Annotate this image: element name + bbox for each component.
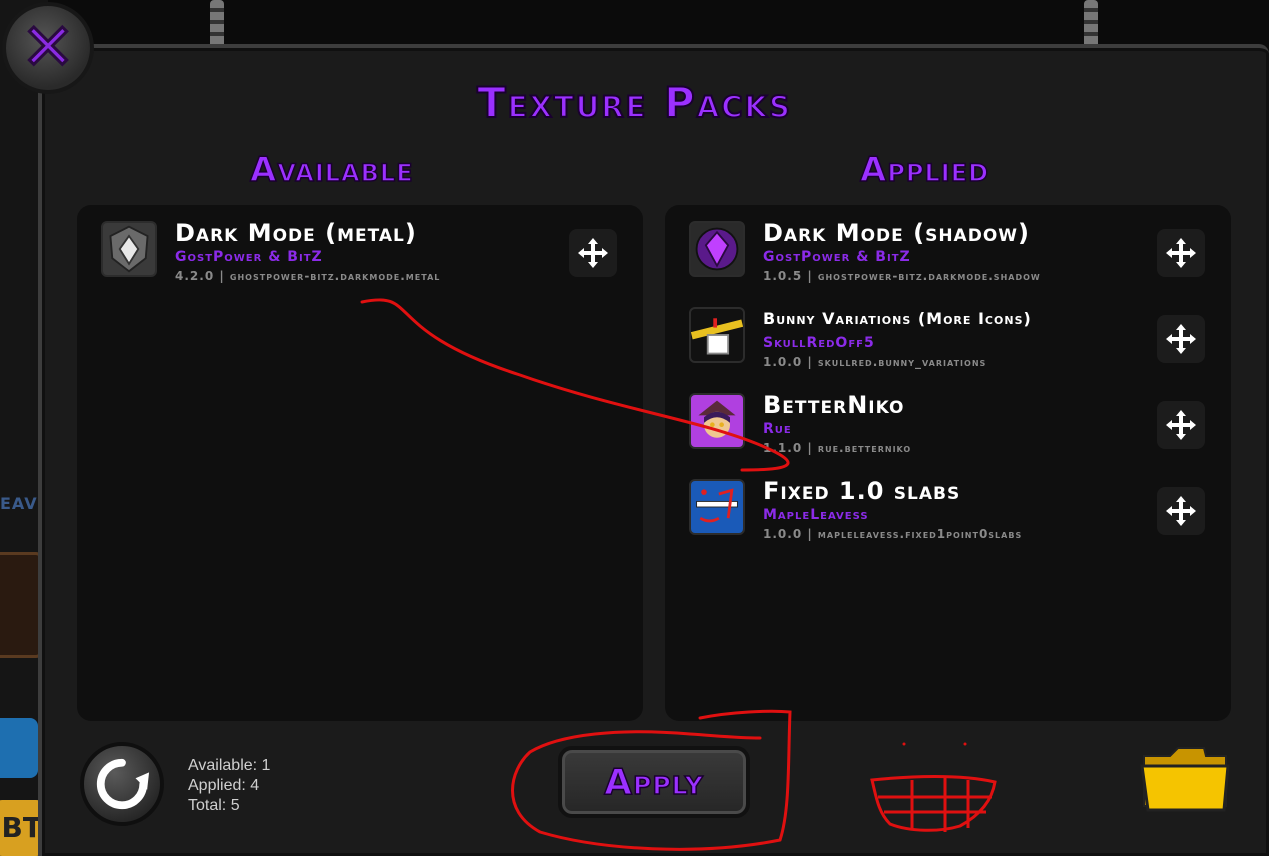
move-button[interactable] <box>569 229 617 277</box>
list-item[interactable]: Dark Mode (shadow) GostPower & BitZ 1.0.… <box>665 211 1231 291</box>
background-text: EAV <box>0 494 38 513</box>
move-icon <box>1166 238 1196 268</box>
stat-applied: Applied: 4 <box>188 777 260 794</box>
move-icon <box>578 238 608 268</box>
niko-icon <box>689 393 745 449</box>
pack-name: Dark Mode (shadow) <box>763 219 1030 247</box>
purple-gem-icon <box>689 221 745 277</box>
open-folder-button[interactable] <box>1140 744 1232 814</box>
pack-meta: 1.0.0 | mapleleavess.fixed1point0slabs <box>763 527 1023 541</box>
list-item[interactable]: Dark Mode (metal) GostPower & BitZ 4.2.0… <box>77 211 643 291</box>
bunny-icon <box>689 307 745 363</box>
apply-button[interactable]: Apply <box>558 746 750 818</box>
move-button[interactable] <box>1157 401 1205 449</box>
pack-author: MapleLeavess <box>763 507 869 523</box>
stat-total: Total: 5 <box>188 797 240 814</box>
reload-button[interactable] <box>80 742 164 826</box>
refresh-icon <box>96 758 150 810</box>
pack-meta: 1.1.0 | rue.betterniko <box>763 441 912 455</box>
background-card <box>0 552 42 658</box>
available-list: Dark Mode (metal) GostPower & BitZ 4.2.0… <box>77 205 643 721</box>
stat-available: Available: 1 <box>188 757 271 774</box>
pack-name: Bunny Variations (More Icons) <box>763 309 1032 328</box>
pack-name: Fixed 1.0 slabs <box>763 477 961 505</box>
list-item[interactable]: Bunny Variations (More Icons) SkullRedOf… <box>665 297 1231 377</box>
move-button[interactable] <box>1157 315 1205 363</box>
list-item[interactable]: BetterNiko Rue 1.1.0 | rue.betterniko <box>665 383 1231 463</box>
pack-author: SkullRedOff5 <box>763 335 875 351</box>
pack-name: BetterNiko <box>763 391 905 419</box>
background-twitter-button <box>0 718 38 778</box>
chain-right <box>1084 0 1098 48</box>
move-icon <box>1166 324 1196 354</box>
pack-author: GostPower & BitZ <box>175 249 323 265</box>
pack-meta: 4.2.0 | ghostpower-bitz.darkmode.metal <box>175 269 441 283</box>
pack-author: Rue <box>763 421 792 437</box>
pack-name: Dark Mode (metal) <box>175 219 417 247</box>
available-heading: Available <box>249 149 414 191</box>
list-item[interactable]: Fixed 1.0 slabs MapleLeavess 1.0.0 | map… <box>665 469 1231 549</box>
applied-heading: Applied <box>859 149 990 191</box>
move-icon <box>1166 410 1196 440</box>
move-button[interactable] <box>1157 487 1205 535</box>
slabs-icon <box>689 479 745 535</box>
close-icon: ✕ <box>20 11 77 85</box>
move-icon <box>1166 496 1196 526</box>
move-button[interactable] <box>1157 229 1205 277</box>
folder-icon <box>1140 747 1230 812</box>
page-title: Texture Packs <box>476 77 792 128</box>
applied-list: Dark Mode (shadow) GostPower & BitZ 1.0.… <box>665 205 1231 721</box>
pack-stats: Available: 1 Applied: 4 Total: 5 <box>188 756 270 816</box>
pack-meta: 1.0.0 | skullred.bunny_variations <box>763 355 987 369</box>
chain-left <box>210 0 224 48</box>
metal-shield-icon <box>101 221 157 277</box>
pack-author: GostPower & BitZ <box>763 249 911 265</box>
apply-label: Apply <box>603 761 704 804</box>
pack-meta: 1.0.5 | ghostpower-bitz.darkmode.shadow <box>763 269 1041 283</box>
